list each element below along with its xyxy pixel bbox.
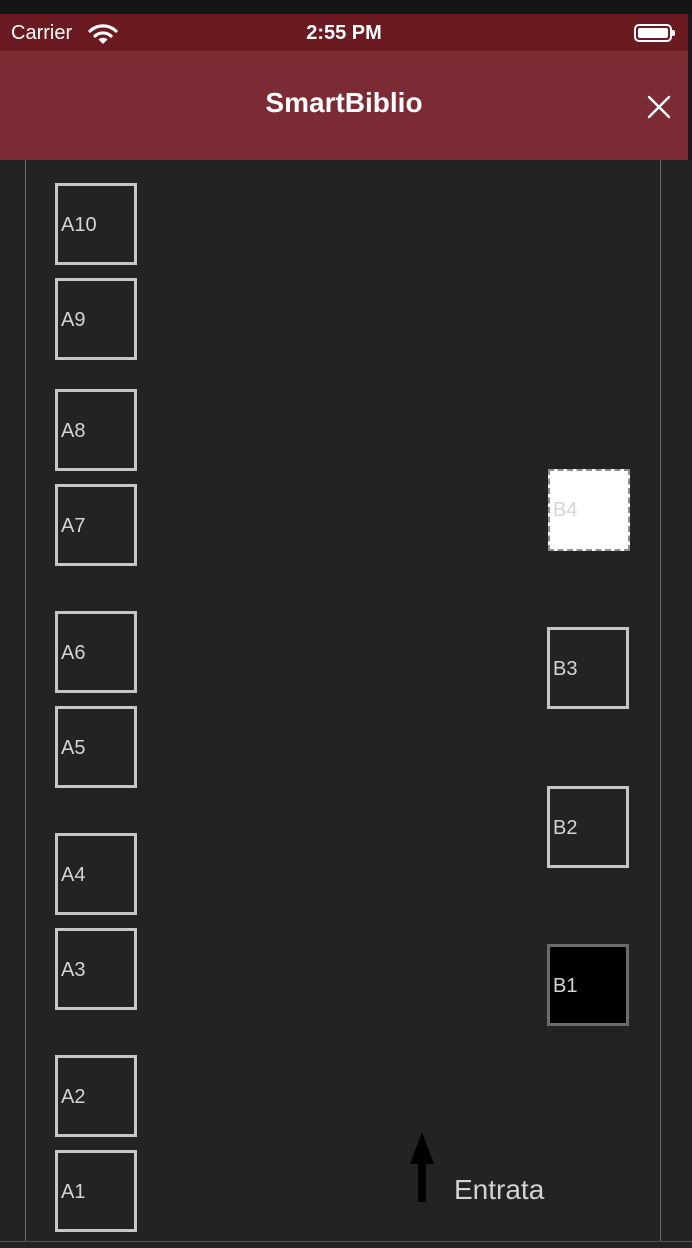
seat-label: A4 (61, 864, 86, 886)
seat-a6[interactable]: A6 (55, 611, 137, 693)
seat-b2[interactable]: B2 (547, 786, 629, 868)
entrance-label: Entrata (454, 1174, 545, 1205)
clock-time: 2:55 PM (306, 22, 382, 44)
seat-label: A10 (61, 214, 97, 236)
seat-label: B4 (553, 499, 578, 521)
seat-label: A3 (61, 959, 86, 981)
seat-label: B3 (553, 658, 578, 680)
left-wall (25, 160, 26, 1242)
library-map: A10 A9 A8 A7 A6 A5 A4 A3 A2 A1 B4 B3 B2 … (0, 160, 692, 1248)
seat-a7[interactable]: A7 (55, 484, 137, 566)
seat-a10[interactable]: A10 (55, 183, 137, 265)
battery-icon (634, 24, 675, 42)
status-bar: Carrier 2:55 PM (0, 14, 688, 51)
seat-b3[interactable]: B3 (547, 627, 629, 709)
seat-label: A6 (61, 642, 86, 664)
page-title: SmartBiblio (265, 87, 423, 118)
seat-a4[interactable]: A4 (55, 833, 137, 915)
arrow-up-icon (410, 1132, 434, 1202)
close-icon (647, 95, 671, 119)
right-wall (660, 160, 661, 1242)
seat-b1[interactable]: B1 (547, 944, 629, 1026)
seat-a1[interactable]: A1 (55, 1150, 137, 1232)
close-button[interactable] (644, 92, 674, 122)
seat-label: A2 (61, 1086, 86, 1108)
seat-a5[interactable]: A5 (55, 706, 137, 788)
navigation-bar: SmartBiblio (0, 51, 688, 160)
seat-label: A9 (61, 309, 86, 331)
seat-a9[interactable]: A9 (55, 278, 137, 360)
seat-a3[interactable]: A3 (55, 928, 137, 1010)
seat-b4[interactable]: B4 (548, 469, 630, 551)
seat-label: A7 (61, 515, 86, 537)
seat-label: B1 (553, 975, 578, 997)
seat-label: A8 (61, 420, 86, 442)
floor-divider (0, 1241, 692, 1242)
seat-label: A5 (61, 737, 86, 759)
top-strip (0, 0, 692, 14)
seat-a2[interactable]: A2 (55, 1055, 137, 1137)
seat-label: B2 (553, 817, 578, 839)
seat-a8[interactable]: A8 (55, 389, 137, 471)
seat-label: A1 (61, 1181, 86, 1203)
